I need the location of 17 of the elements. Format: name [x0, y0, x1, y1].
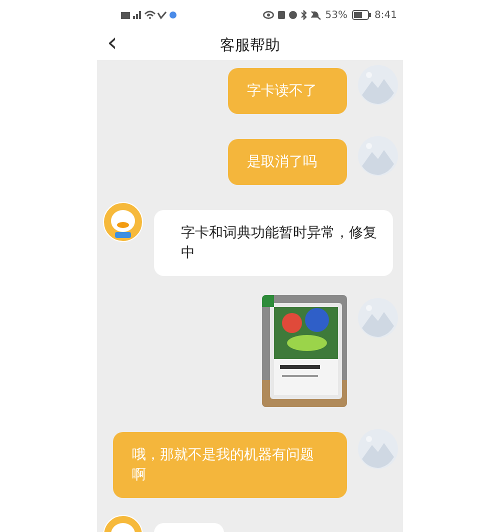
placeholder-avatar	[358, 429, 398, 469]
mascot-avatar	[103, 202, 143, 242]
back-button[interactable]: ‹	[103, 30, 122, 56]
message-bubble: 哦，那就不是我的机器有问题啊	[113, 432, 347, 498]
bluetooth-icon	[301, 10, 308, 20]
network-status-icons	[121, 10, 177, 20]
message-bubble: 字卡读不了	[228, 68, 347, 114]
page-title: 客服帮助	[220, 36, 280, 54]
message-bubble: 是取消了吗	[228, 139, 347, 185]
placeholder-avatar	[358, 65, 398, 105]
message-bubble: 字卡和词典功能暂时异常，修复中	[154, 210, 393, 276]
muted-bell-icon	[311, 10, 322, 20]
battery-icon	[352, 10, 371, 20]
battery-percent: 53%	[325, 10, 348, 20]
placeholder-avatar	[358, 136, 398, 176]
eye-icon	[263, 11, 274, 19]
clock-time: 8:41	[374, 10, 397, 20]
